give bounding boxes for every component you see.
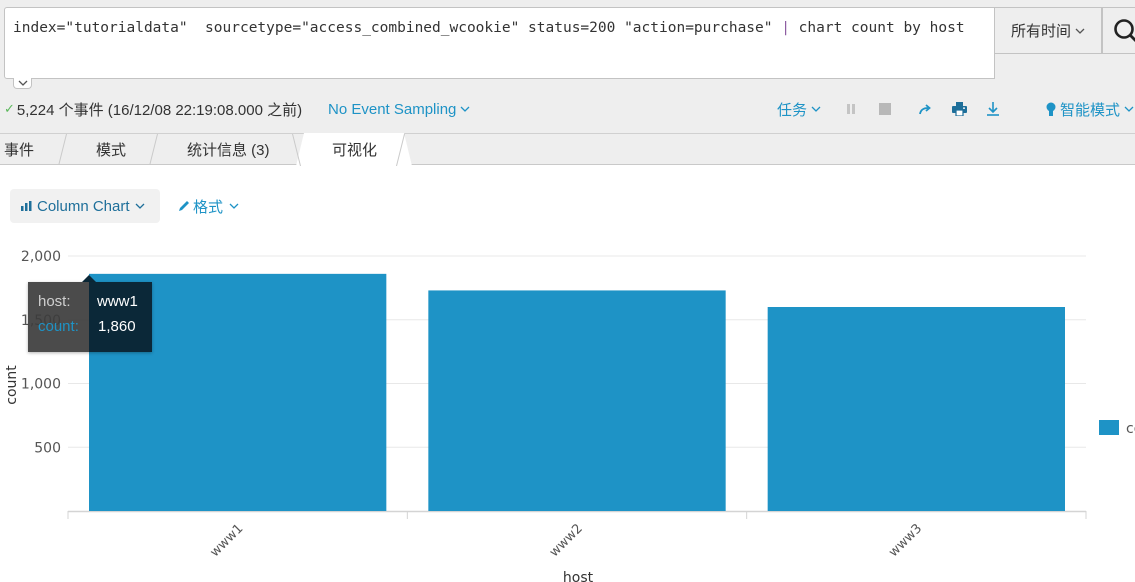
time-range-label: 所有时间 [1010, 23, 1071, 40]
tab-divider [58, 134, 67, 165]
check-icon: ✓ [4, 101, 15, 116]
chart-type-dropdown[interactable]: Column Chart [10, 189, 160, 223]
event-count-summary: 5,224 个事件 (16/12/08 22:19:08.000 之前) [16, 101, 303, 119]
time-range-picker[interactable]: 所有时间 [995, 7, 1102, 54]
search-query-input[interactable]: index="tutorialdata" sourcetype="access_… [4, 7, 995, 79]
tab-events[interactable]: 事件 [4, 134, 34, 165]
x-tick-label: www2 [547, 521, 586, 560]
job-menu-dropdown[interactable]: 任务 [777, 99, 821, 120]
chevron-down-icon [1124, 106, 1134, 112]
event-sampling-label: No Event Sampling [328, 100, 457, 118]
chevron-down-icon [460, 106, 470, 112]
chart-canvas: 5001,0001,5002,000www1www2www3counthostc… [4, 249, 1135, 582]
job-menu-label: 任务 [777, 101, 808, 119]
tooltip-count-value: 1,860 [98, 318, 136, 335]
chevron-down-icon [1075, 28, 1085, 34]
chart-type-label: Column Chart [37, 197, 130, 215]
tab-label: 统计信息 (3) [187, 142, 270, 159]
y-tick-label: 1,000 [21, 377, 61, 393]
tab-label: 事件 [4, 142, 35, 159]
chevron-down-icon [811, 106, 821, 112]
column-chart: 5001,0001,5002,000www1www2www3counthostc… [0, 230, 1135, 582]
stop-icon [879, 103, 891, 115]
lightbulb-icon [1046, 102, 1056, 116]
tooltip-host-value: www1 [97, 293, 138, 310]
tab-patterns[interactable]: 模式 [96, 134, 126, 165]
search-mode-dropdown[interactable]: 智能模式 [1046, 99, 1134, 120]
legend-swatch [1099, 420, 1119, 435]
chevron-down-icon [18, 80, 27, 86]
search-button[interactable] [1102, 7, 1135, 54]
chevron-down-icon [135, 203, 145, 209]
search-mode-label: 智能模式 [1060, 101, 1121, 119]
pause-button[interactable] [842, 100, 860, 118]
y-axis-title: count [4, 365, 20, 405]
expand-search-toggle[interactable] [13, 78, 32, 89]
tab-label: 可视化 [332, 142, 378, 159]
results-tabs: 事件 模式 统计信息 (3) 可视化 [0, 133, 1135, 166]
export-button[interactable] [984, 100, 1002, 118]
y-tick-label: 2,000 [21, 249, 61, 265]
print-button[interactable] [950, 100, 968, 118]
search-icon [1114, 18, 1135, 42]
query-pipe: | [781, 20, 790, 36]
chevron-down-icon [229, 203, 239, 209]
download-icon [987, 102, 999, 116]
print-icon [951, 102, 967, 116]
tooltip-pointer [82, 275, 96, 282]
share-arrow-icon [919, 104, 931, 115]
format-dropdown[interactable]: 格式 [178, 189, 239, 223]
chart-tooltip: host: www1 count: 1,860 [28, 282, 152, 352]
bar-chart-icon [21, 201, 32, 211]
stop-button[interactable] [876, 100, 894, 118]
event-sampling-dropdown[interactable]: No Event Sampling [328, 101, 470, 118]
x-tick-label: www3 [886, 521, 925, 560]
tooltip-count-key: count: [38, 318, 79, 335]
pencil-icon [179, 201, 189, 211]
query-text-command: chart count by host [789, 20, 965, 36]
pause-icon [847, 104, 855, 114]
share-button[interactable] [916, 100, 934, 118]
y-tick-label: 500 [34, 440, 61, 456]
bar-www2 [428, 290, 726, 511]
x-tick-label: www1 [207, 521, 246, 560]
x-axis-title: host [563, 570, 594, 582]
job-status-bar: ✓ 5,224 个事件 (16/12/08 22:19:08.000 之前) N… [0, 96, 1135, 122]
bar-www3 [767, 307, 1065, 511]
tooltip-host-key: host: [38, 293, 71, 310]
tab-statistics[interactable]: 统计信息 (3) [187, 134, 270, 165]
query-text: index="tutorialdata" sourcetype="access_… [13, 20, 782, 36]
format-label: 格式 [193, 198, 224, 216]
tab-divider [149, 134, 158, 165]
tab-visualization[interactable]: 可视化 [332, 134, 377, 165]
tab-divider [292, 134, 301, 166]
tab-label: 模式 [96, 142, 127, 159]
legend-label: count [1126, 421, 1135, 437]
